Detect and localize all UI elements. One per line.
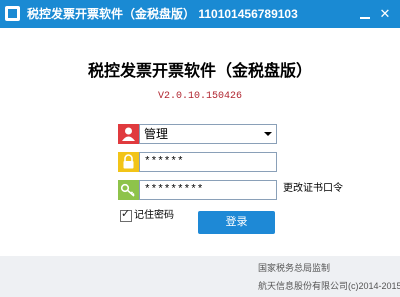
close-button[interactable]: ✕ [377, 6, 393, 22]
minimize-icon [360, 17, 370, 19]
key-icon [118, 180, 139, 200]
chevron-down-icon [264, 132, 272, 136]
user-icon [118, 124, 139, 144]
cert-password-value: ********* [144, 184, 204, 196]
minimize-button[interactable] [357, 6, 373, 22]
login-button[interactable]: 登录 [198, 211, 275, 234]
change-cert-password-link[interactable]: 更改证书口令 [283, 183, 343, 195]
window-title: 税控发票开票软件（金税盘版） 110101456789103 [27, 7, 298, 21]
cert-password-row: ********* [118, 180, 277, 200]
user-select-row: 管理 [118, 124, 277, 144]
user-select-value: 管理 [144, 127, 169, 141]
version-label: V2.0.10.150426 [157, 91, 242, 102]
checkmark-icon: ✓ [121, 208, 131, 220]
footer-copyright: 航天信息股份有限公司(c)2014-2015 [258, 281, 400, 291]
footer-supervisor: 国家税务总局监制 [258, 263, 331, 273]
remember-label: 记住密码 [134, 210, 174, 221]
lock-icon [118, 152, 139, 172]
remember-checkbox[interactable]: ✓ [120, 208, 132, 222]
password-row: ****** [118, 152, 277, 172]
password-value: ****** [144, 156, 184, 168]
user-select[interactable]: 管理 [139, 124, 277, 144]
app-logo-icon [5, 6, 20, 21]
login-window: 税控发票开票软件（金税盘版） 110101456789103 ✕ 税控发票开票软… [0, 0, 400, 297]
title-bar: 税控发票开票软件（金税盘版） 110101456789103 ✕ [0, 0, 400, 28]
app-heading: 税控发票开票软件（金税盘版） [87, 63, 312, 80]
password-input[interactable]: ****** [139, 152, 277, 172]
cert-password-input[interactable]: ********* [139, 180, 277, 200]
